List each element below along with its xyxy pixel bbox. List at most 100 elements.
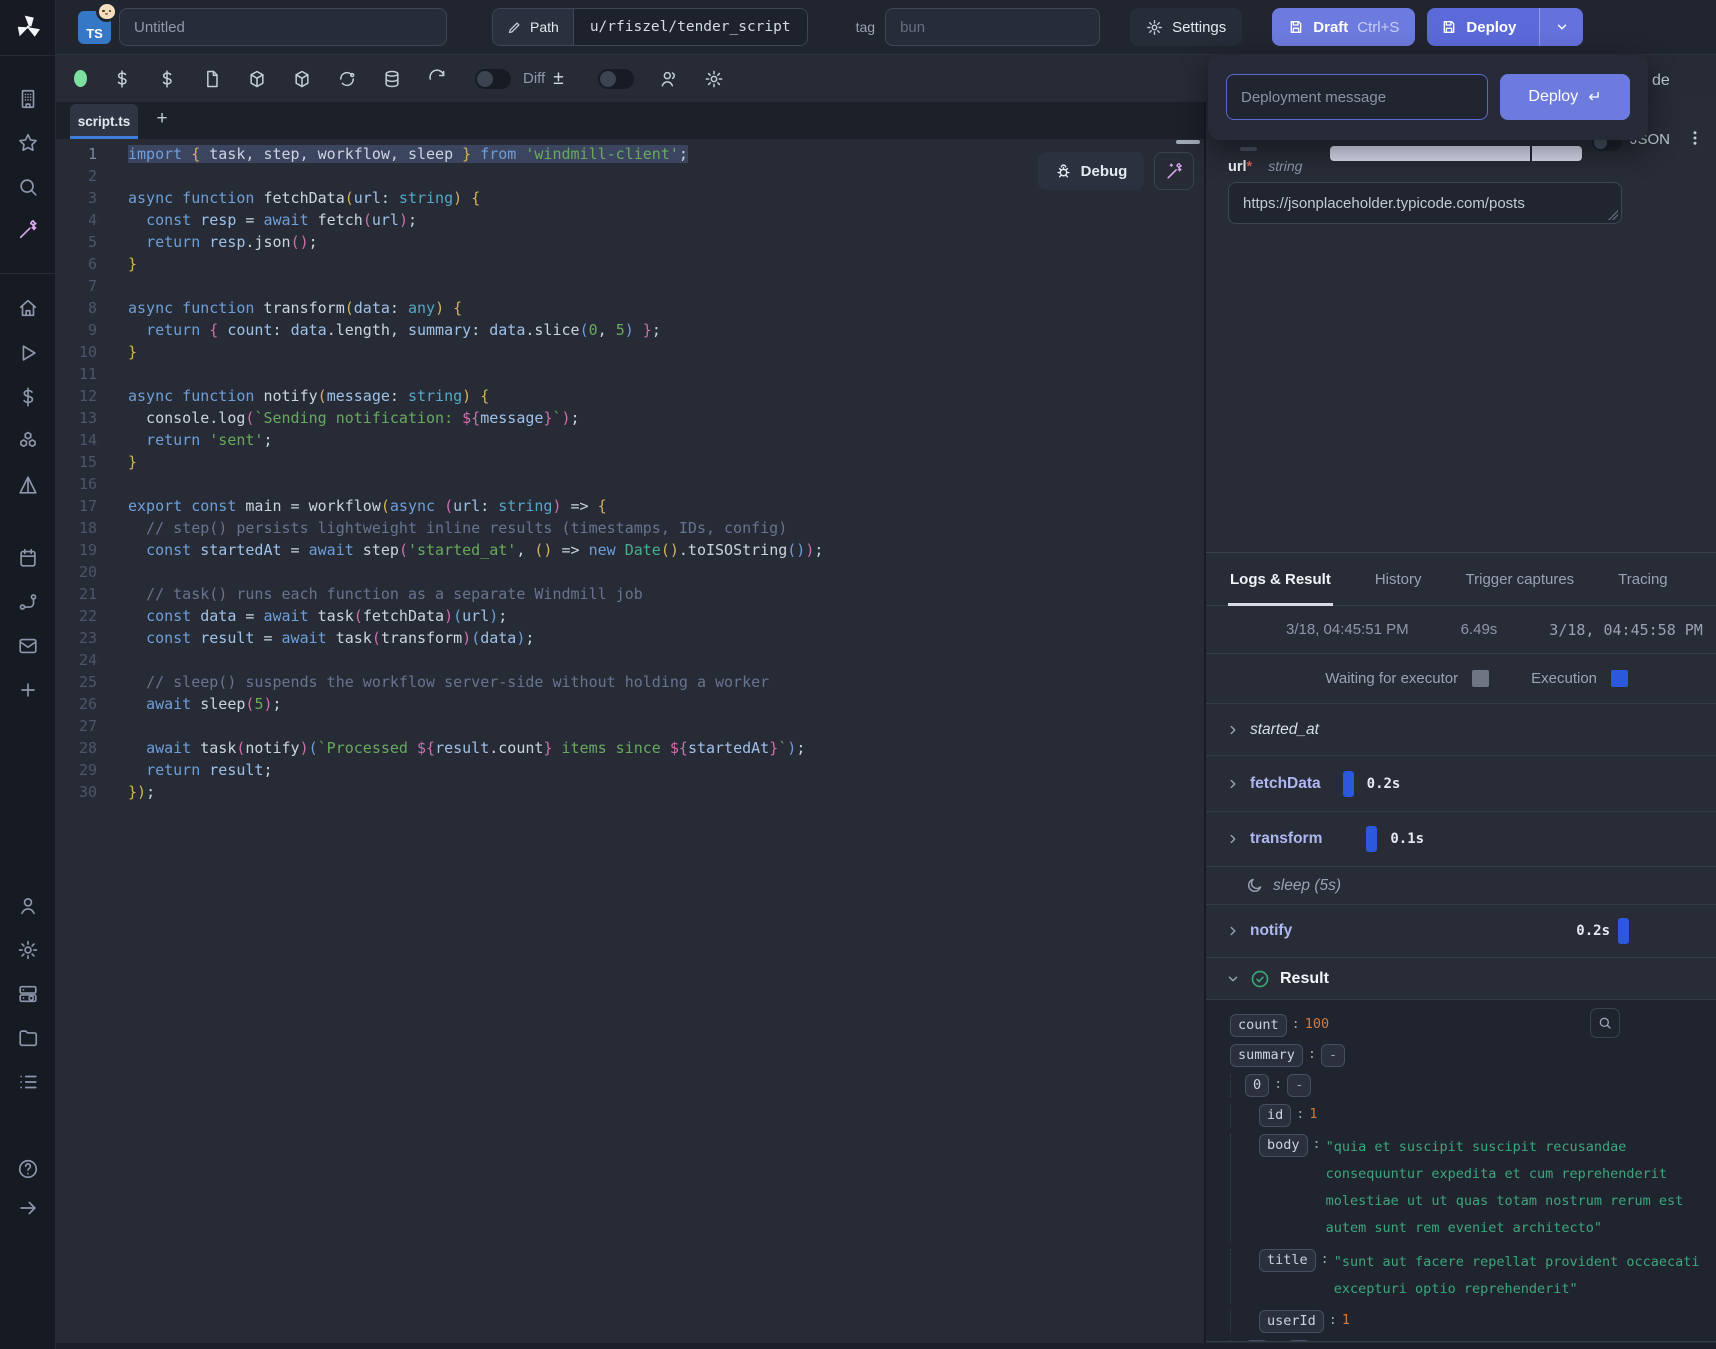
json-key-pill[interactable]: userId bbox=[1259, 1310, 1324, 1333]
code-line[interactable]: 28 await task(notify)(`Processed ${resul… bbox=[56, 737, 1204, 759]
deploy-dropdown-button[interactable] bbox=[1539, 8, 1583, 46]
json-collapse-toggle[interactable]: - bbox=[1321, 1044, 1345, 1067]
run-tab-history[interactable]: History bbox=[1375, 553, 1422, 605]
code-line[interactable]: 27 bbox=[56, 715, 1204, 737]
toolbar-dollar-icon[interactable] bbox=[112, 69, 132, 89]
code-line[interactable]: 13 console.log(`Sending notification: ${… bbox=[56, 407, 1204, 429]
code-line[interactable]: 24 bbox=[56, 649, 1204, 671]
code-line[interactable]: 2 bbox=[56, 165, 1204, 187]
code-line[interactable]: 25 // sleep() suspends the workflow serv… bbox=[56, 671, 1204, 693]
deploy-button[interactable]: Deploy bbox=[1427, 8, 1530, 46]
sidebar-home-icon[interactable] bbox=[17, 297, 39, 319]
code-line[interactable]: 23 const result = await task(transform)(… bbox=[56, 627, 1204, 649]
code-line[interactable]: 10} bbox=[56, 341, 1204, 363]
sidebar-search-icon[interactable] bbox=[17, 176, 39, 198]
toolbar-database-icon[interactable] bbox=[382, 69, 402, 89]
debug-button[interactable]: Debug bbox=[1038, 152, 1144, 190]
code-line[interactable]: 19 const startedAt = await step('started… bbox=[56, 539, 1204, 561]
toolbar-gear-icon[interactable] bbox=[704, 69, 724, 89]
toolbar-users-icon[interactable] bbox=[659, 69, 679, 89]
json-key-pill[interactable]: id bbox=[1259, 1104, 1291, 1127]
json-key-pill[interactable]: body bbox=[1259, 1134, 1308, 1157]
sidebar-building-icon[interactable] bbox=[17, 88, 39, 110]
code-line[interactable]: 17export const main = workflow(async (ur… bbox=[56, 495, 1204, 517]
sidebar-arrow-right-icon[interactable] bbox=[17, 1197, 39, 1219]
code-line[interactable]: 3async function fetchData(url: string) { bbox=[56, 187, 1204, 209]
windmill-logo-icon[interactable] bbox=[13, 12, 43, 42]
code-line[interactable]: 16 bbox=[56, 473, 1204, 495]
chevron-right-icon[interactable] bbox=[1226, 723, 1240, 737]
code-line[interactable]: 5 return resp.json(); bbox=[56, 231, 1204, 253]
result-header-row[interactable]: Result bbox=[1206, 958, 1716, 1000]
json-key-pill[interactable]: 0 bbox=[1245, 1074, 1269, 1097]
sidebar-prism-icon[interactable] bbox=[17, 474, 39, 496]
code-line[interactable]: 11 bbox=[56, 363, 1204, 385]
sidebar-gear-icon[interactable] bbox=[17, 939, 39, 961]
toolbar-dollar-icon[interactable] bbox=[157, 69, 177, 89]
code-line[interactable]: 26 await sleep(5); bbox=[56, 693, 1204, 715]
code-line[interactable]: 22 const data = await task(fetchData)(ur… bbox=[56, 605, 1204, 627]
json-key-pill[interactable]: 1 bbox=[1245, 1340, 1269, 1342]
code-line[interactable]: 7 bbox=[56, 275, 1204, 297]
code-line[interactable]: 20 bbox=[56, 561, 1204, 583]
json-collapse-toggle[interactable]: - bbox=[1287, 1074, 1311, 1097]
json-key-pill[interactable]: count bbox=[1230, 1014, 1287, 1037]
settings-button[interactable]: Settings bbox=[1130, 8, 1242, 46]
sidebar-route-icon[interactable] bbox=[17, 591, 39, 613]
json-key-pill[interactable]: title bbox=[1259, 1249, 1316, 1272]
args-scrollbar-thumb[interactable] bbox=[1240, 147, 1257, 151]
diff-toggle[interactable] bbox=[475, 69, 511, 89]
new-tab-button[interactable]: + bbox=[152, 108, 172, 130]
script-name-input[interactable]: Untitled bbox=[119, 8, 447, 46]
url-argument-input[interactable]: https://jsonplaceholder.typicode.com/pos… bbox=[1228, 182, 1622, 224]
tab-script-ts[interactable]: script.ts bbox=[70, 104, 138, 139]
code-line[interactable]: 12async function notify(message: string)… bbox=[56, 385, 1204, 407]
timeline-row-notify[interactable]: notify 0.2s bbox=[1206, 905, 1716, 958]
sidebar-dollar-icon[interactable] bbox=[17, 386, 39, 408]
ai-wand-button[interactable] bbox=[1154, 152, 1194, 190]
timeline-row-transform[interactable]: transform 0.1s bbox=[1206, 812, 1716, 867]
sidebar-worker-icon[interactable] bbox=[17, 983, 39, 1005]
timeline-row-fetchdata[interactable]: fetchData 0.2s bbox=[1206, 756, 1716, 812]
timeline-row-started-at[interactable]: started_at bbox=[1206, 704, 1716, 756]
sidebar-help-icon[interactable] bbox=[17, 1158, 39, 1180]
chevron-right-icon[interactable] bbox=[1226, 924, 1240, 938]
sidebar-plus-icon[interactable] bbox=[17, 679, 39, 701]
sidebar-mail-icon[interactable] bbox=[17, 635, 39, 657]
code-line[interactable]: 8async function transform(data: any) { bbox=[56, 297, 1204, 319]
chevron-down-icon[interactable] bbox=[1226, 972, 1240, 986]
edit-path-button[interactable]: Path bbox=[493, 9, 574, 45]
code-line[interactable]: 30}); bbox=[56, 781, 1204, 803]
code-line[interactable]: 14 return 'sent'; bbox=[56, 429, 1204, 451]
resize-grip[interactable] bbox=[1608, 210, 1618, 220]
code-line[interactable]: 29 return result; bbox=[56, 759, 1204, 781]
toolbar-file-icon[interactable] bbox=[202, 69, 222, 89]
collab-toggle[interactable] bbox=[598, 69, 634, 89]
sidebar-list-icon[interactable] bbox=[17, 1071, 39, 1093]
toolbar-package-icon[interactable] bbox=[247, 69, 267, 89]
search-icon[interactable] bbox=[1590, 1008, 1620, 1038]
sidebar-wand-icon[interactable] bbox=[17, 219, 39, 241]
chevron-right-icon[interactable] bbox=[1226, 832, 1240, 846]
path-value[interactable]: u/rfiszel/tender_script bbox=[574, 9, 807, 45]
sidebar-cubes-icon[interactable] bbox=[17, 430, 39, 452]
kebab-menu-icon[interactable] bbox=[1686, 129, 1704, 151]
run-tab-tracing[interactable]: Tracing bbox=[1618, 553, 1667, 605]
code-lines[interactable]: 1import { task, step, workflow, sleep } … bbox=[56, 139, 1204, 1343]
code-line[interactable]: 15} bbox=[56, 451, 1204, 473]
sidebar-user-icon[interactable] bbox=[17, 895, 39, 917]
chevron-right-icon[interactable] bbox=[1226, 777, 1240, 791]
code-line[interactable]: 9 return { count: data.length, summary: … bbox=[56, 319, 1204, 341]
run-tab-logs-result[interactable]: Logs & Result bbox=[1230, 553, 1331, 605]
code-line[interactable]: 1import { task, step, workflow, sleep } … bbox=[56, 143, 1204, 165]
editor-scrollbar-thumb[interactable] bbox=[1176, 140, 1200, 144]
plus-minus-icon[interactable]: ± bbox=[553, 68, 563, 90]
code-line[interactable]: 18 // step() persists lightweight inline… bbox=[56, 517, 1204, 539]
json-collapse-toggle[interactable]: - bbox=[1287, 1340, 1311, 1342]
sidebar-star-icon[interactable] bbox=[17, 132, 39, 154]
toolbar-package-icon[interactable] bbox=[292, 69, 312, 89]
deployment-message-input[interactable]: Deployment message bbox=[1226, 74, 1488, 120]
sidebar-play-icon[interactable] bbox=[17, 342, 39, 364]
json-key-pill[interactable]: summary bbox=[1230, 1044, 1303, 1067]
toolbar-refresh-icon[interactable] bbox=[427, 69, 447, 89]
